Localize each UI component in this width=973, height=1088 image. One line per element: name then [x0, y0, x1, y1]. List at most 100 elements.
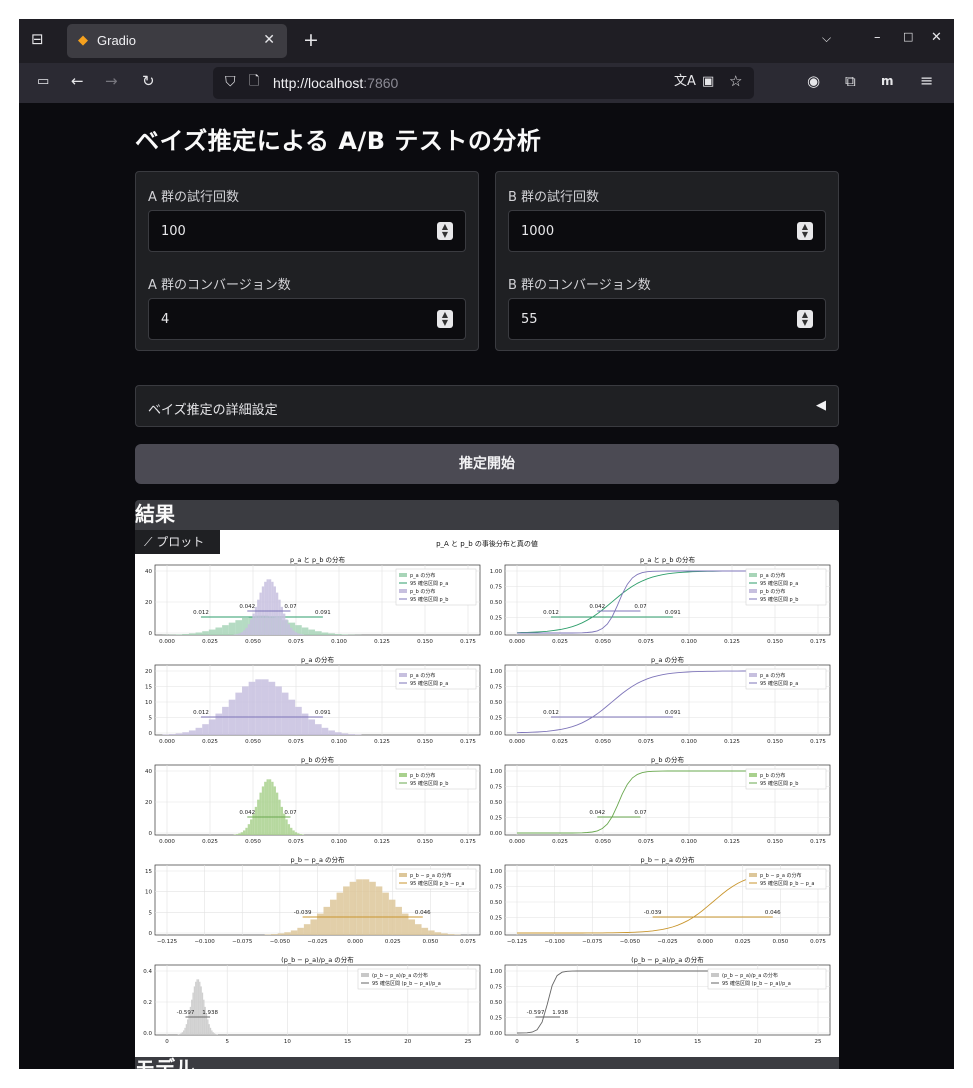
xtick-0-1-2: 0.050 [595, 639, 611, 645]
hist-bar-0-0-5 [195, 632, 203, 635]
hist-bar-1-0-22 [308, 719, 316, 735]
xtick-3-1-3: −0.050 [620, 939, 641, 945]
extensions-icon[interactable]: ⧉ [845, 74, 856, 89]
translate-icon[interactable]: 文A [674, 75, 696, 88]
xtick-1-0-6: 0.150 [417, 739, 433, 745]
b-trials-input[interactable]: 1000 ▲ ▼ [508, 210, 826, 252]
legend-text-1-0-0: p_a の分布 [410, 672, 435, 679]
hist-bar-1-0-12 [242, 686, 249, 735]
hist-bar-2-0-18 [275, 792, 279, 835]
page-info-icon[interactable]: 🗋 [249, 75, 259, 88]
hist-bar-4-0-5 [184, 1027, 186, 1035]
xtick-0-0-5: 0.125 [374, 639, 390, 645]
browser-tab[interactable]: ◆ Gradio ✕ [67, 24, 287, 58]
back-icon[interactable]: ← [71, 74, 84, 89]
hist-bar-0-1-7 [250, 619, 253, 635]
shield-icon[interactable]: ⛉ [225, 75, 236, 89]
xtick-2-1-3: 0.075 [638, 839, 654, 845]
hist-bar-4-0-13 [195, 981, 197, 1035]
browser-window: ⊟ ◆ Gradio ✕ + ⌵ – □ ✕ ▭ ← → ↻ ⛉ 🗋 http:… [19, 19, 954, 1069]
ytick-4-0-1: 0.2 [143, 1000, 152, 1006]
xtick-1-0-0: 0.000 [159, 739, 175, 745]
ytick-1-1-1: 0.25 [490, 716, 503, 722]
plot-label: ⟋ プロット [135, 530, 220, 554]
hist-bar-2-0-15 [268, 779, 272, 835]
ytick-0-1-3: 0.75 [490, 585, 503, 591]
ytick-4-1-4: 1.00 [490, 969, 503, 975]
panel-title-1-1: p_a の分布 [651, 655, 684, 664]
tab-list-chevron-icon[interactable]: ⌵ [822, 32, 831, 44]
legend-text-0-1-3: 95 確信区間 p_b [760, 596, 798, 603]
interval-lo-label-1-0-0: 0.012 [193, 710, 209, 716]
tab-overview-icon[interactable]: ⊟ [31, 32, 44, 47]
model-heading-bar: モデル [135, 1056, 839, 1069]
url-text[interactable]: http://localhost:7860 [273, 75, 398, 91]
gradio-favicon-icon: ◆ [78, 33, 88, 48]
advanced-settings-accordion[interactable]: ベイズ推定の詳細設定 ◀ [135, 385, 839, 427]
hist-bar-2-0-12 [261, 786, 265, 835]
forward-icon[interactable]: → [105, 74, 118, 89]
xtick-4-0-5: 25 [465, 1039, 472, 1045]
legend-text-1-1-0: p_a の分布 [760, 672, 785, 679]
reload-icon[interactable]: ↻ [142, 74, 155, 89]
maximize-icon[interactable]: □ [903, 31, 913, 42]
legend-text-2-0-0: p_b の分布 [410, 772, 435, 779]
xtick-0-1-0: 0.000 [509, 639, 525, 645]
ytick-1-1-4: 1.00 [490, 669, 503, 675]
menu-icon[interactable]: ≡ [920, 73, 933, 89]
url-bar[interactable]: ⛉ 🗋 http://localhost:7860 文A ▣ ☆ [213, 67, 754, 99]
b-conv-input[interactable]: 55 ▲ ▼ [508, 298, 826, 340]
url-host: http://localhost [273, 75, 364, 91]
addon-icon[interactable]: m [881, 75, 894, 87]
collapse-arrow-icon[interactable]: ◀ [816, 398, 826, 413]
xtick-0-0-1: 0.025 [202, 639, 218, 645]
hist-bar-0-1-14 [266, 579, 269, 635]
xtick-4-0-2: 10 [284, 1039, 291, 1045]
a-trials-input[interactable]: 100 ▲ ▼ [148, 210, 466, 252]
legend-text-3-0-1: 95 確信区間 p_b − p_a [410, 880, 465, 887]
legend-swatch-4-1-0 [711, 973, 719, 977]
legend-swatch-0-0-2 [399, 589, 407, 593]
hist-bar-2-0-23 [287, 824, 291, 835]
hist-bar-2-0-6 [247, 824, 251, 835]
xtick-0-0-7: 0.175 [460, 639, 476, 645]
ytick-0-1-4: 1.00 [490, 569, 503, 575]
account-icon[interactable]: ◉ [807, 74, 820, 89]
hist-bar-0-0-6 [202, 631, 209, 635]
ytick-2-0-0: 0 [149, 831, 153, 837]
hist-bar-0-1-13 [264, 581, 267, 635]
b-conv-spinner-icon[interactable]: ▲ ▼ [797, 310, 813, 328]
new-tab-icon[interactable]: + [303, 31, 319, 50]
sidebar-toggle-icon[interactable]: ▭ [37, 75, 49, 88]
xtick-2-0-3: 0.075 [288, 839, 304, 845]
hist-bar-4-0-4 [183, 1030, 185, 1035]
hist-bar-3-0-25 [428, 930, 435, 935]
window-close-icon[interactable]: ✕ [931, 31, 942, 44]
bookmark-star-icon[interactable]: ☆ [729, 74, 742, 89]
a-trials-spinner-icon[interactable]: ▲ ▼ [437, 222, 453, 240]
hist-bar-4-0-22 [207, 1019, 209, 1035]
hist-bar-1-0-15 [261, 679, 269, 735]
ytick-1-0-2: 10 [145, 700, 152, 706]
xtick-1-1-5: 0.125 [724, 739, 740, 745]
panel-title-3-0: p_b − p_a の分布 [290, 855, 345, 864]
xtick-2-1-2: 0.050 [595, 839, 611, 845]
run-estimation-button[interactable]: 推定開始 [135, 444, 839, 484]
results-heading: 結果 [135, 502, 175, 526]
hist-bar-3-0-6 [303, 924, 311, 935]
xtick-4-0-1: 5 [225, 1039, 229, 1045]
hist-bar-1-0-5 [195, 727, 203, 735]
hist-bar-0-1-23 [287, 624, 291, 635]
panel-title-0-0: p_a と p_b の分布 [290, 555, 346, 564]
b-trials-spinner-icon[interactable]: ▲ ▼ [797, 222, 813, 240]
close-tab-icon[interactable]: ✕ [263, 32, 275, 48]
hist-bar-0-1-21 [282, 613, 286, 635]
a-conv-input[interactable]: 4 ▲ ▼ [148, 298, 466, 340]
plot-label-text: プロット [156, 535, 205, 549]
legend-swatch-1-1-0 [749, 673, 757, 677]
minimize-icon[interactable]: – [874, 31, 881, 44]
a-conv-spinner-icon[interactable]: ▲ ▼ [437, 310, 453, 328]
xtick-0-1-3: 0.075 [638, 639, 654, 645]
reader-translate-icon[interactable]: ▣ [702, 75, 714, 88]
hist-bar-0-0-4 [188, 633, 196, 635]
